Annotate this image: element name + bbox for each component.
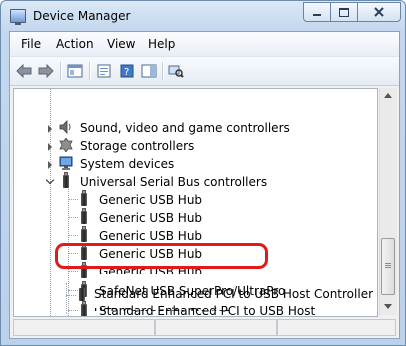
help-button[interactable]: ?: [119, 63, 135, 78]
tree-guide-line: [68, 310, 78, 311]
computer-icon: [58, 156, 74, 170]
vertical-scrollbar[interactable]: [379, 88, 397, 315]
usb-device-icon: [78, 208, 94, 224]
title-bar[interactable]: Device Manager: [1, 1, 405, 31]
thumb-grip: [385, 265, 391, 266]
expand-arrow-icon[interactable]: [48, 143, 52, 151]
expand-arrow-icon[interactable]: [48, 125, 52, 133]
scan-hardware-button[interactable]: [168, 63, 184, 78]
tree-guide-line: [66, 283, 67, 313]
show-hide-console-tree-button[interactable]: [67, 63, 83, 78]
usb-device-icon: [78, 190, 94, 206]
tree-item-row-11: Standard Enhanced PCI to USB Host Contro…: [94, 287, 373, 301]
maximize-button[interactable]: [330, 2, 358, 22]
properties-icon: [97, 64, 111, 77]
properties-button[interactable]: [96, 63, 112, 78]
back-arrow-icon: [16, 63, 32, 78]
tree-guide-line: [68, 199, 78, 200]
thumb-grip: [385, 263, 391, 264]
device-tree[interactable]: Sound, video and game controllers Storag…: [13, 88, 378, 317]
collapse-arrow-icon[interactable]: [45, 175, 55, 185]
tree-item-label[interactable]: Generic USB Hub: [99, 211, 202, 225]
usb-device-icon: [79, 288, 85, 301]
menu-file[interactable]: File: [21, 37, 41, 51]
status-bar: [13, 319, 396, 336]
tree-guide-line: [66, 295, 76, 296]
speaker-icon: [58, 120, 74, 134]
tree-guide-line: [50, 89, 51, 316]
usb-device-icon: [78, 301, 94, 316]
tree-item-label[interactable]: Universal Serial Bus controllers: [80, 175, 267, 189]
tree-item-label[interactable]: Standard Enhanced PCI to USB Host Contro…: [94, 287, 373, 301]
maximize-icon: [339, 7, 349, 17]
tree-item-label[interactable]: Generic USB Hub: [99, 193, 202, 207]
close-button[interactable]: [357, 2, 401, 22]
scroll-down-icon[interactable]: [384, 304, 392, 309]
help-icon: ?: [120, 64, 134, 78]
toolbar-separator: [162, 62, 164, 80]
usb-controller-icon: [60, 172, 76, 188]
svg-text:?: ?: [124, 67, 129, 78]
forward-arrow-icon: [38, 63, 54, 78]
status-pane: [13, 319, 155, 336]
scroll-up-icon[interactable]: [384, 93, 392, 98]
device-manager-icon: [10, 9, 26, 25]
scan-hardware-icon: [168, 65, 184, 78]
close-icon: [374, 7, 384, 17]
menu-bar: File Action View Help: [10, 32, 399, 57]
show-hide-action-pane-button[interactable]: [141, 63, 157, 78]
thumb-grip: [385, 267, 391, 268]
toolbar: ?: [10, 57, 399, 86]
menu-action[interactable]: Action: [56, 37, 94, 51]
tree-guide-line: [68, 290, 78, 291]
forward-button[interactable]: [38, 63, 54, 78]
tree-guide-line: [68, 235, 78, 236]
tree-item-label[interactable]: Generic USB Hub: [99, 229, 202, 243]
tree-item-label[interactable]: Storage controllers: [80, 139, 194, 153]
toolbar-separator: [89, 62, 91, 80]
status-pane: [155, 319, 277, 336]
status-pane: [277, 319, 396, 336]
tree-guide-line: [68, 271, 78, 272]
toolbar-separator: [60, 62, 62, 80]
usb-device-icon: [78, 226, 94, 242]
storage-controller-icon: [58, 137, 74, 153]
console-tree-icon: [67, 64, 83, 77]
highlight-circle: [55, 243, 268, 269]
action-pane-icon: [141, 64, 157, 77]
expand-arrow-icon[interactable]: [48, 161, 52, 169]
minimize-button[interactable]: [303, 2, 331, 22]
tree-guide-line: [68, 217, 78, 218]
menu-view[interactable]: View: [107, 37, 135, 51]
tree-item-label[interactable]: Sound, video and game controllers: [80, 121, 290, 135]
menu-help[interactable]: Help: [148, 37, 175, 51]
tree-item-label[interactable]: System devices: [80, 157, 174, 171]
back-button[interactable]: [16, 63, 32, 78]
minimize-icon: [313, 14, 321, 16]
window-title: Device Manager: [33, 9, 131, 23]
scroll-thumb[interactable]: [381, 238, 395, 295]
